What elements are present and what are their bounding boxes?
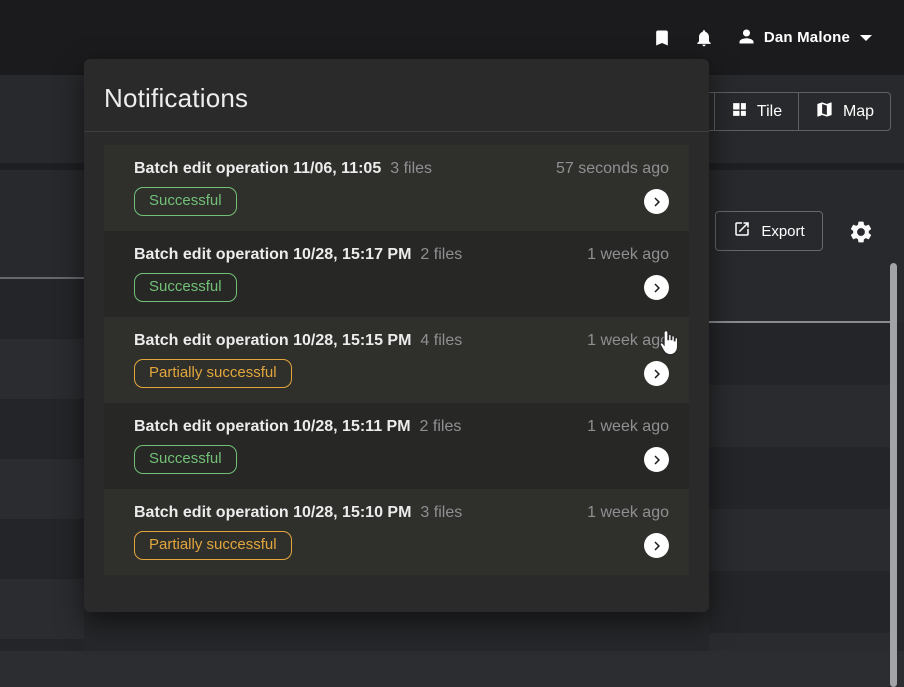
notification-timestamp: 1 week ago <box>587 332 669 350</box>
map-view-button[interactable]: Map <box>798 93 890 130</box>
notification-title: Batch edit operation 10/28, 15:10 PM <box>134 504 411 522</box>
notification-title: Batch edit operation 10/28, 15:15 PM <box>134 332 411 350</box>
panel-title: Notifications <box>104 83 248 114</box>
notification-timestamp: 57 seconds ago <box>556 160 669 178</box>
notification-summary: Batch edit operation 10/28, 15:15 PM 4 f… <box>134 332 669 350</box>
notification-timestamp: 1 week ago <box>587 246 669 264</box>
notification-file-count: 2 files <box>420 246 462 264</box>
export-button[interactable]: Export <box>715 211 823 251</box>
tile-view-label: Tile <box>757 103 782 121</box>
notification-status-line: Partially successful <box>134 531 669 560</box>
notification-list: Batch edit operation 11/06, 11:05 3 file… <box>104 145 689 575</box>
chevron-right-icon <box>648 279 666 297</box>
status-badge: Successful <box>134 445 237 474</box>
caret-down-icon <box>860 35 872 41</box>
notification-summary: Batch edit operation 10/28, 15:17 PM 2 f… <box>134 246 669 264</box>
grid-icon <box>731 101 748 123</box>
notification-row[interactable]: Batch edit operation 10/28, 15:10 PM 3 f… <box>104 489 689 575</box>
notification-summary: Batch edit operation 10/28, 15:10 PM 3 f… <box>134 504 669 522</box>
bookmark-icon <box>652 28 672 48</box>
person-icon <box>736 26 757 50</box>
open-notification-button[interactable] <box>644 275 669 300</box>
gear-icon <box>848 233 874 248</box>
notification-title: Batch edit operation 10/28, 15:17 PM <box>134 246 411 264</box>
chevron-right-icon <box>648 537 666 555</box>
background-footer-row <box>0 651 904 687</box>
notification-summary: Batch edit operation 10/28, 15:11 PM 2 f… <box>134 418 669 436</box>
chevron-right-icon <box>648 193 666 211</box>
notification-status-line: Partially successful <box>134 359 669 388</box>
notification-status-line: Successful <box>134 445 669 474</box>
notification-row[interactable]: Batch edit operation 10/28, 15:15 PM 4 f… <box>104 317 689 403</box>
chevron-right-icon <box>648 451 666 469</box>
open-notification-button[interactable] <box>644 189 669 214</box>
status-badge: Successful <box>134 273 237 302</box>
chevron-right-icon <box>648 365 666 383</box>
status-badge: Successful <box>134 187 237 216</box>
status-badge: Partially successful <box>134 531 292 560</box>
notification-file-count: 3 files <box>390 160 432 178</box>
notifications-button[interactable] <box>694 28 714 48</box>
status-badge: Partially successful <box>134 359 292 388</box>
settings-button[interactable] <box>848 219 874 245</box>
vertical-scrollbar-thumb[interactable] <box>890 263 897 687</box>
notification-file-count: 3 files <box>420 504 462 522</box>
notification-summary: Batch edit operation 11/06, 11:05 3 file… <box>134 160 669 178</box>
notification-row[interactable]: Batch edit operation 10/28, 15:17 PM 2 f… <box>104 231 689 317</box>
bookmark-button[interactable] <box>652 28 672 48</box>
notification-timestamp: 1 week ago <box>587 418 669 436</box>
open-notification-button[interactable] <box>644 533 669 558</box>
notification-timestamp: 1 week ago <box>587 504 669 522</box>
notification-file-count: 2 files <box>420 418 462 436</box>
export-label: Export <box>761 223 804 240</box>
notification-title: Batch edit operation 10/28, 15:11 PM <box>134 418 411 436</box>
panel-divider <box>84 131 709 132</box>
export-icon <box>733 220 751 242</box>
map-view-label: Map <box>843 103 874 121</box>
notification-title: Batch edit operation 11/06, 11:05 <box>134 160 381 178</box>
open-notification-button[interactable] <box>644 447 669 472</box>
notification-row[interactable]: Batch edit operation 11/06, 11:05 3 file… <box>104 145 689 231</box>
user-name: Dan Malone <box>764 29 850 46</box>
open-notification-button[interactable] <box>644 361 669 386</box>
notification-row[interactable]: Batch edit operation 10/28, 15:11 PM 2 f… <box>104 403 689 489</box>
user-menu-button[interactable]: Dan Malone <box>736 26 872 50</box>
notification-file-count: 4 files <box>420 332 462 350</box>
notification-status-line: Successful <box>134 273 669 302</box>
background-toolbar-extension <box>700 277 904 322</box>
background-table-rows <box>709 323 891 651</box>
tile-view-button[interactable]: Tile <box>714 93 798 130</box>
background-table-rows <box>0 279 84 651</box>
bell-icon <box>694 28 714 48</box>
notifications-panel: Notifications Batch edit operation 11/06… <box>84 59 709 612</box>
map-icon <box>815 100 834 124</box>
notification-status-line: Successful <box>134 187 669 216</box>
